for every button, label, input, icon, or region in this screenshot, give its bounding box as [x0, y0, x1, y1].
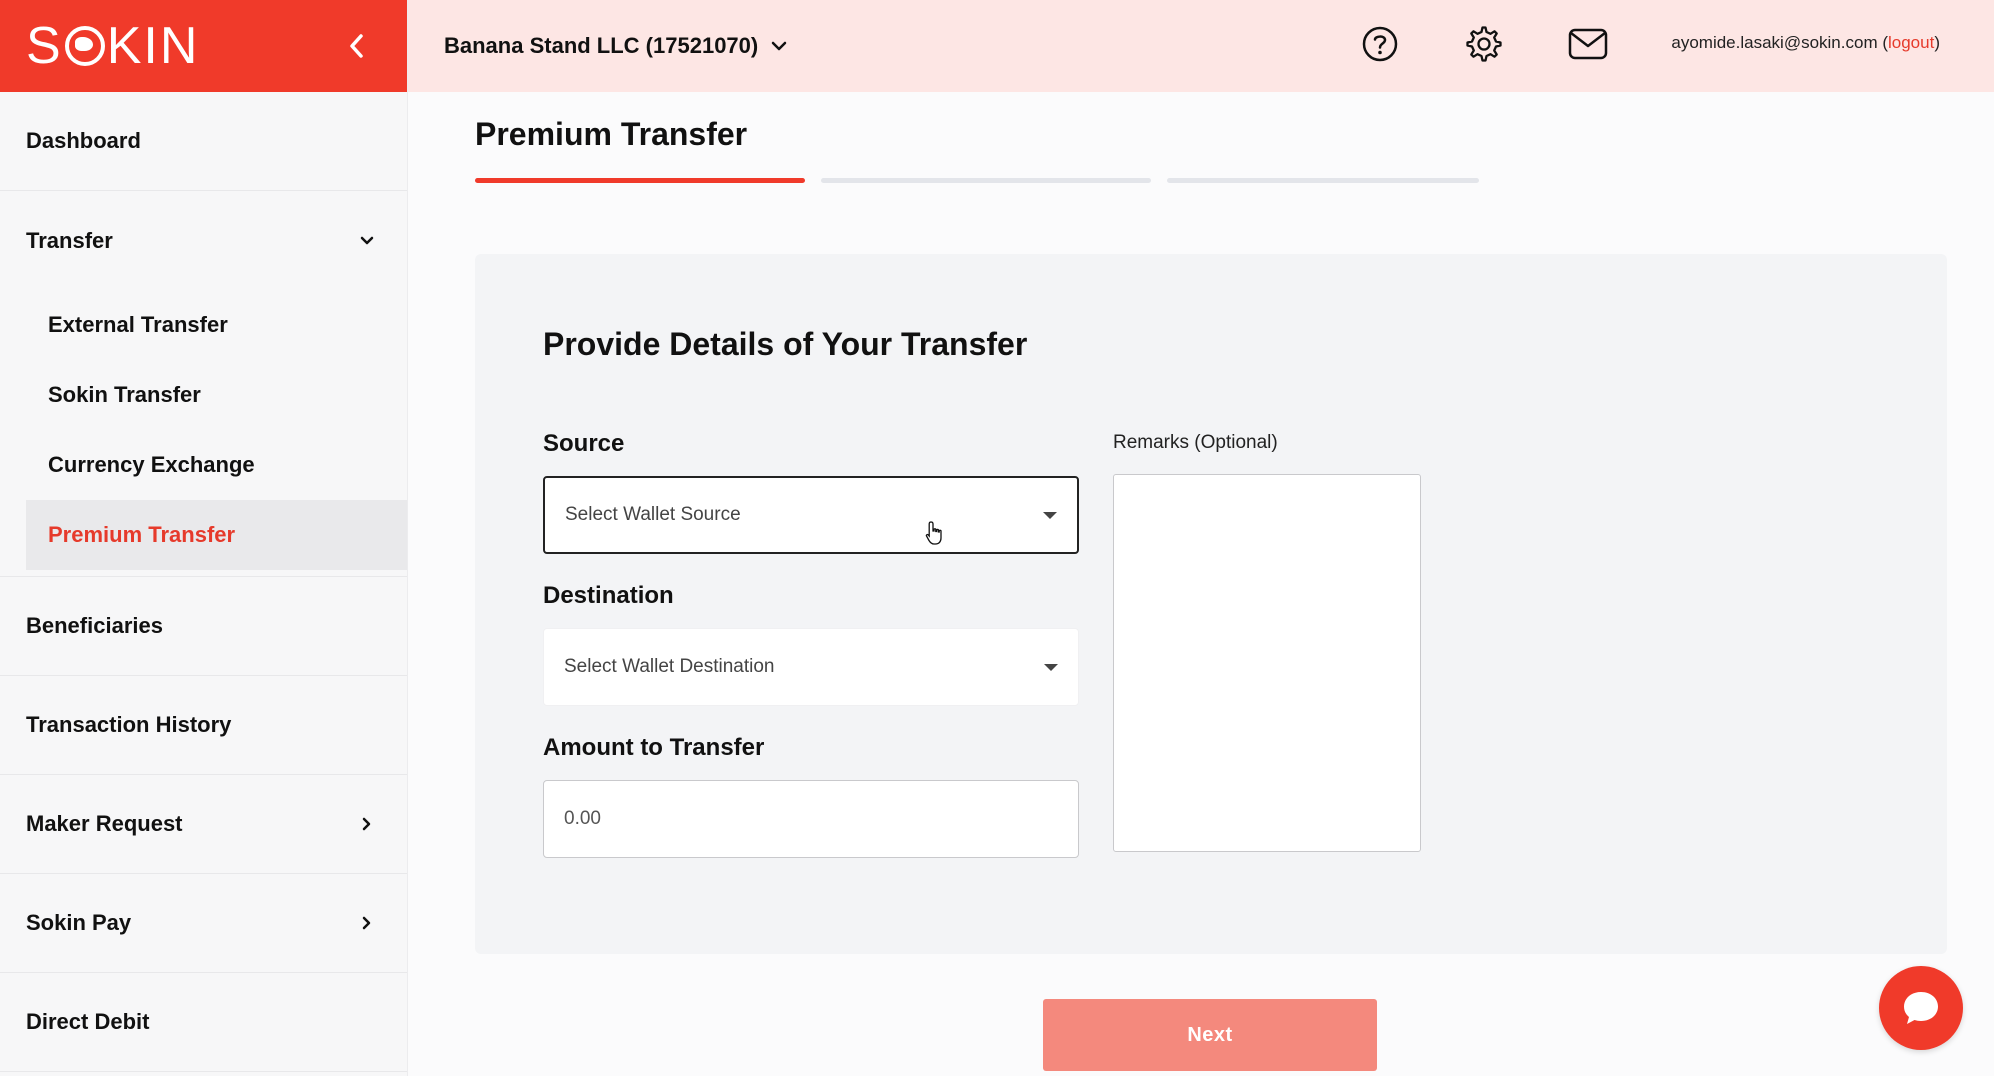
header-icons [1358, 22, 1610, 66]
company-selector[interactable]: Banana Stand LLC (17521070) [444, 33, 788, 59]
amount-value: 0.00 [564, 808, 601, 829]
sidebar-item-label: Transfer [26, 227, 113, 253]
destination-placeholder: Select Wallet Destination [564, 656, 775, 677]
sidebar-item-label: Transaction History [26, 712, 232, 737]
settings-button[interactable] [1462, 22, 1506, 66]
messages-button[interactable] [1566, 22, 1610, 66]
card-title: Provide Details of Your Transfer [543, 326, 1028, 362]
sidebar-item-transfer[interactable]: Transfer [0, 191, 407, 290]
gear-icon [1466, 26, 1502, 62]
step-3-indicator [1167, 178, 1479, 183]
help-icon [1362, 26, 1398, 62]
caret-down-icon [1043, 511, 1057, 519]
hand-cursor-icon [925, 521, 942, 545]
sidebar-item-dashboard[interactable]: Dashboard [0, 92, 407, 191]
sidebar-item-label: Direct Debit [26, 1009, 150, 1034]
sokin-logo[interactable]: S KIN [26, 16, 199, 76]
chat-button[interactable] [1879, 966, 1963, 1050]
user-email: ayomide.lasaki@sokin.com [1671, 33, 1878, 52]
sidebar-item-label: Maker Request [26, 811, 183, 836]
company-name: Banana Stand LLC (17521070) [444, 33, 759, 58]
sidebar-nav: Dashboard Transfer External Transfer Sok… [0, 92, 407, 1072]
sidebar-item-transaction-history[interactable]: Transaction History [0, 676, 407, 775]
sidebar-item-beneficiaries[interactable]: Beneficiaries [0, 577, 407, 676]
remarks-textarea[interactable] [1113, 474, 1421, 852]
chevron-right-icon [357, 814, 377, 834]
sidebar-item-direct-debit[interactable]: Direct Debit [0, 973, 407, 1072]
sidebar-item-label: Dashboard [26, 128, 141, 153]
globe-icon [64, 26, 105, 66]
page-title: Premium Transfer [475, 116, 748, 152]
help-button[interactable] [1358, 22, 1402, 66]
step-1-indicator [475, 178, 805, 183]
destination-label: Destination [543, 582, 674, 609]
chevron-right-icon [357, 913, 377, 933]
chat-bubble-icon [1904, 992, 1938, 1024]
collapse-sidebar-button[interactable] [339, 28, 375, 64]
sidebar-item-label: Beneficiaries [26, 613, 163, 638]
destination-wallet-select[interactable]: Select Wallet Destination [543, 628, 1079, 706]
chevron-down-icon [771, 41, 787, 51]
sidebar-subitem-premium-transfer[interactable]: Premium Transfer [26, 500, 407, 570]
amount-input[interactable]: 0.00 [543, 780, 1079, 858]
transfer-details-card: Provide Details of Your Transfer Source … [475, 254, 1947, 954]
sidebar: S KIN Dashboard Transfer External Transfe… [0, 0, 408, 1076]
source-placeholder: Select Wallet Source [565, 504, 741, 525]
source-wallet-select[interactable]: Select Wallet Source [543, 476, 1079, 554]
chevron-down-icon [357, 231, 377, 251]
transfer-submenu: External Transfer Sokin Transfer Currenc… [0, 290, 407, 577]
remarks-label: Remarks (Optional) [1113, 432, 1278, 453]
step-2-indicator [821, 178, 1151, 183]
sidebar-subitem-external-transfer[interactable]: External Transfer [0, 290, 407, 360]
mail-icon [1568, 28, 1608, 60]
user-info: ayomide.lasaki@sokin.com (logout) [1671, 33, 1940, 52]
sidebar-item-maker-request[interactable]: Maker Request [0, 775, 407, 874]
amount-label: Amount to Transfer [543, 734, 765, 761]
logout-link[interactable]: logout [1888, 33, 1934, 52]
sidebar-subitem-sokin-transfer[interactable]: Sokin Transfer [0, 360, 407, 430]
next-button[interactable]: Next [1043, 999, 1377, 1071]
sidebar-subitem-currency-exchange[interactable]: Currency Exchange [0, 430, 407, 500]
sidebar-item-sokin-pay[interactable]: Sokin Pay [0, 874, 407, 973]
source-label: Source [543, 430, 625, 457]
sidebar-item-label: Sokin Pay [26, 910, 132, 935]
progress-steps [475, 178, 1479, 183]
caret-down-icon [1044, 663, 1058, 671]
logo-bar: S KIN [0, 0, 407, 92]
chevron-left-icon [350, 34, 363, 58]
top-bar: Banana Stand LLC (17521070) ayomide.lasa… [408, 0, 1994, 92]
